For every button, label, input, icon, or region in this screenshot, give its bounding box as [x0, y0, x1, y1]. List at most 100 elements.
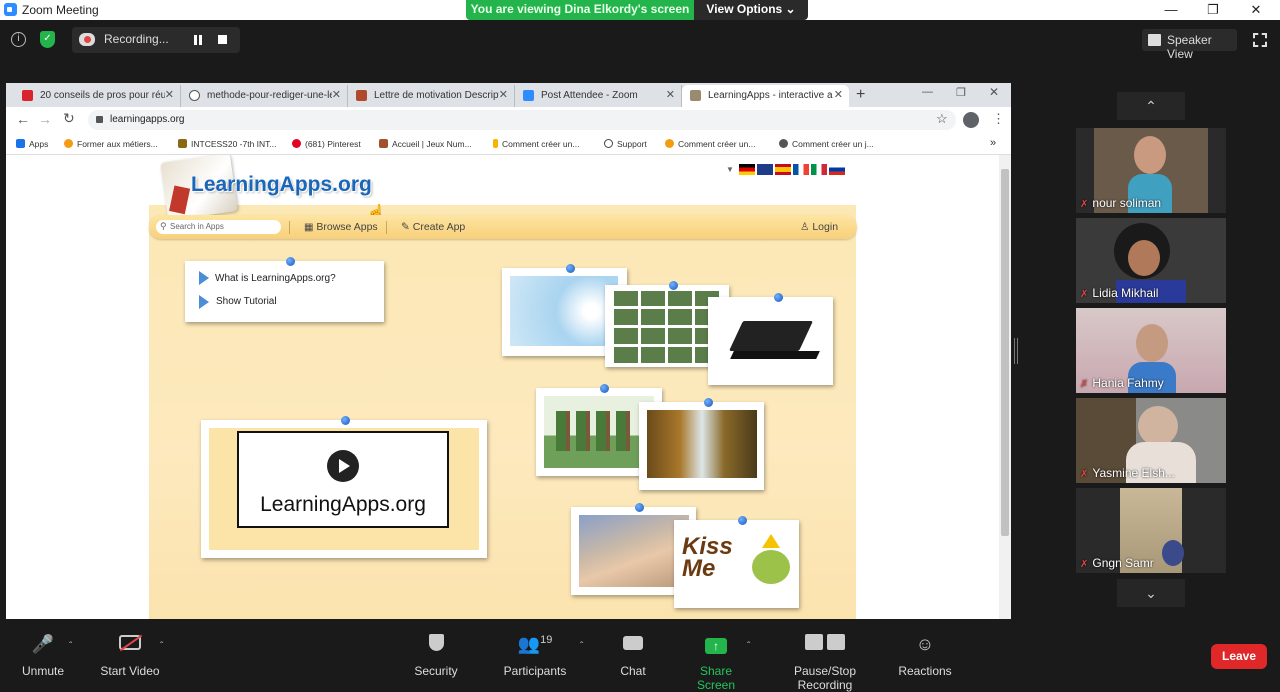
learningapps-logo[interactable]: LearningApps.org — [191, 173, 372, 197]
scroll-up-button[interactable]: ⌃ — [1117, 92, 1185, 120]
nav-divider — [289, 221, 290, 234]
browser-tab[interactable]: 20 conseils de pros pour réussir✕ — [14, 85, 181, 107]
info-icon[interactable]: i — [11, 32, 26, 47]
bookmark-item[interactable]: Former aux métiers... — [64, 139, 158, 149]
grid-view-icon — [1148, 34, 1161, 46]
flag-english-icon[interactable] — [757, 164, 773, 175]
bookmark-item[interactable]: INTCESS20 -7th INT... — [178, 139, 277, 149]
participant-video — [1128, 240, 1160, 276]
crown-icon — [762, 534, 780, 548]
participant-tile[interactable]: ✗ Hania Fahmy — [1076, 308, 1226, 393]
participant-tile[interactable]: ✗ Gngn Samr — [1076, 488, 1226, 573]
kiss-me-photo[interactable]: Kiss Me — [674, 516, 799, 608]
video-title: LearningApps.org — [260, 493, 426, 516]
leave-button[interactable]: Leave — [1211, 644, 1267, 669]
close-icon[interactable]: ✕ — [1248, 2, 1264, 18]
participants-button[interactable]: 👥19 Participants — [500, 634, 570, 678]
create-app-link[interactable]: ✎ Create App — [401, 221, 465, 233]
flag-german-icon[interactable] — [739, 164, 755, 175]
start-video-button[interactable]: Start Video — [96, 634, 164, 678]
video-options-caret-icon[interactable]: ˆ — [160, 641, 163, 652]
waterfall-photo[interactable] — [639, 398, 764, 490]
participant-video — [1138, 406, 1178, 446]
browser-tab[interactable]: methode-pour-rediger-une-lettre✕ — [181, 85, 348, 107]
login-link[interactable]: ♙ Login — [800, 221, 838, 233]
flag-russian-icon[interactable] — [829, 164, 845, 175]
browser-menu-icon[interactable]: ⋮ — [992, 111, 1005, 127]
address-bar[interactable]: learningapps.org ☆ — [88, 110, 956, 130]
reactions-button[interactable]: ☺ Reactions — [898, 634, 952, 678]
security-shield-icon — [408, 634, 464, 660]
bookmark-apps[interactable]: Apps — [16, 139, 48, 149]
play-arrow-icon — [199, 295, 209, 309]
pushpin-icon — [635, 503, 644, 512]
browser-minimize-icon[interactable]: — — [922, 86, 933, 98]
bookmark-item[interactable]: (681) Pinterest — [292, 139, 361, 149]
search-apps-input[interactable]: ⚲ Search in Apps — [156, 220, 281, 234]
speaker-view-button[interactable]: Speaker View — [1142, 29, 1237, 61]
pause-recording-icon[interactable] — [194, 35, 202, 45]
participant-name: Yasmine Elsh... — [1092, 466, 1175, 480]
browser-restore-icon[interactable]: ❐ — [956, 86, 966, 99]
bookmark-item[interactable]: Support — [604, 139, 647, 149]
unmute-button[interactable]: 🎤 Unmute — [18, 634, 68, 678]
security-button[interactable]: Security — [408, 634, 464, 678]
scroll-down-button[interactable]: ⌄ — [1117, 579, 1185, 607]
participant-tile[interactable]: ✗ Lidia Mikhail — [1076, 218, 1226, 303]
stop-recording-icon[interactable] — [218, 35, 227, 44]
participants-caret-icon[interactable]: ˆ — [580, 641, 583, 652]
play-button-icon[interactable] — [327, 450, 359, 482]
video-player[interactable]: LearningApps.org — [237, 431, 449, 528]
tab-close-icon[interactable]: ✕ — [499, 88, 508, 101]
browse-apps-link[interactable]: ▦ Browse Apps — [304, 221, 378, 233]
profile-avatar-icon[interactable] — [963, 112, 979, 128]
shield-check-icon[interactable]: ✓ — [40, 31, 55, 48]
back-arrow-icon[interactable]: ← — [16, 111, 30, 127]
what-is-link[interactable]: What is LearningApps.org? — [215, 273, 336, 284]
new-tab-icon[interactable]: + — [856, 86, 865, 104]
participant-video — [1162, 540, 1184, 566]
minimize-icon[interactable]: — — [1163, 2, 1179, 18]
bookmark-star-icon[interactable]: ☆ — [936, 111, 948, 127]
fullscreen-icon[interactable] — [1253, 33, 1267, 47]
flag-italian-icon[interactable] — [811, 164, 827, 175]
tab-favicon-icon — [523, 90, 534, 101]
forward-arrow-icon[interactable]: → — [38, 111, 52, 127]
flag-french-icon[interactable] — [793, 164, 809, 175]
tab-close-icon[interactable]: ✕ — [834, 88, 843, 101]
restore-icon[interactable]: ❐ — [1205, 2, 1221, 18]
participant-tile[interactable]: ✗ Yasmine Elsh... — [1076, 398, 1226, 483]
pause-stop-recording-button[interactable]: Pause/Stop Recording — [768, 634, 882, 692]
browser-tab-active[interactable]: LearningApps - interactive and ✕ — [682, 85, 849, 107]
page-scrollbar[interactable] — [999, 155, 1011, 619]
audio-options-caret-icon[interactable]: ˆ — [69, 641, 72, 652]
tab-close-icon[interactable]: ✕ — [666, 88, 675, 101]
bookmark-favicon-icon — [779, 139, 788, 148]
bookmark-item[interactable]: Accueil | Jeux Num... — [379, 139, 472, 149]
view-options-button[interactable]: View Options ⌄ — [694, 0, 808, 20]
browser-tab[interactable]: Lettre de motivation Description✕ — [348, 85, 515, 107]
participants-count: 19 — [540, 634, 553, 646]
flag-spanish-icon[interactable] — [775, 164, 791, 175]
browser-tab[interactable]: Post Attendee - Zoom ✕ — [515, 85, 682, 107]
scrollbar-thumb[interactable] — [1001, 169, 1009, 536]
tab-close-icon[interactable]: ✕ — [332, 88, 341, 101]
panel-resize-handle[interactable] — [1014, 338, 1018, 364]
bookmark-item[interactable]: Comment créer un... — [665, 139, 755, 149]
show-tutorial-link[interactable]: Show Tutorial — [216, 296, 277, 307]
smiley-plus-icon: ☺ — [915, 634, 935, 654]
language-dropdown-icon[interactable]: ▼ — [726, 165, 734, 174]
participant-tile[interactable]: ✗ nour soliman — [1076, 128, 1226, 213]
share-screen-button[interactable]: ↑ Share Screen — [682, 634, 750, 692]
search-icon: ⚲ — [160, 221, 167, 231]
tab-close-icon[interactable]: ✕ — [165, 88, 174, 101]
video-card[interactable]: LearningApps.org — [201, 416, 487, 558]
laptop-photo[interactable] — [708, 293, 833, 385]
more-bookmarks-icon[interactable]: » — [990, 137, 996, 149]
reload-icon[interactable]: ↻ — [63, 110, 75, 127]
bookmark-item[interactable]: Comment créer un... — [493, 139, 579, 149]
chat-button[interactable]: Chat — [613, 634, 653, 678]
bookmark-item[interactable]: Comment créer un j... — [779, 139, 874, 149]
share-options-caret-icon[interactable]: ˆ — [747, 641, 750, 652]
browser-close-icon[interactable]: ✕ — [989, 85, 999, 99]
